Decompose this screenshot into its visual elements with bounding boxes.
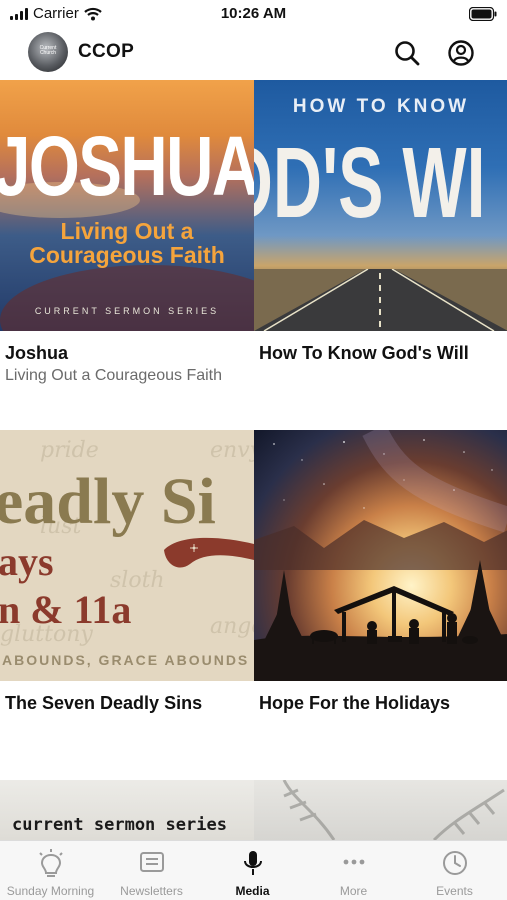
road-illustration: [254, 269, 507, 331]
battery-icon: [469, 7, 497, 21]
more-dots-icon: [343, 859, 364, 865]
series-card-next[interactable]: [254, 780, 507, 840]
status-time: 10:26 AM: [220, 5, 287, 22]
artwork-top-text: HOW TO KNOW: [292, 96, 470, 117]
series-title[interactable]: Hope For the Holidays: [259, 693, 507, 714]
series-subtitle: Living Out a Courageous Faith: [5, 367, 223, 384]
artwork-line: ays: [0, 539, 54, 584]
series-artwork[interactable]: HOW TO KNOW OD'S WI: [254, 80, 507, 331]
artwork-footer: ABOUNDS, GRACE ABOUNDS: [2, 652, 250, 668]
tab-newsletters[interactable]: Newsletters: [101, 841, 202, 900]
series-artwork[interactable]: pride lust envy sloth gluttony anger ead…: [0, 430, 254, 681]
artwork-line: Living Out a: [60, 218, 194, 244]
lightbulb-icon: [38, 849, 63, 877]
search-icon[interactable]: [392, 38, 422, 68]
artwork-headline: eadly Si: [0, 465, 216, 538]
series-row-partial: current sermon series: [0, 780, 507, 840]
series-title[interactable]: How To Know God's Will: [259, 343, 507, 364]
artwork-line: n & 11a: [0, 587, 132, 632]
app-header: Current Church CCOP: [0, 30, 507, 76]
artwork-headline: JOSHUA: [0, 119, 254, 213]
palm-leaf-illustration: [282, 780, 505, 840]
app-title: CCOP: [78, 41, 135, 62]
status-bar: Carrier 10:26 AM: [0, 0, 507, 28]
tab-more[interactable]: More: [303, 841, 404, 900]
bottom-tab-bar: Sunday Morning Newsletters Media More Ev…: [0, 840, 507, 900]
artwork-footer: CURRENT SERMON SERIES: [34, 306, 220, 316]
series-artwork[interactable]: [254, 430, 507, 681]
nativity-illustration: [254, 430, 507, 681]
tab-media[interactable]: Media: [202, 841, 303, 900]
artwork-text: current sermon series: [12, 815, 227, 835]
tab-events[interactable]: Events: [404, 841, 505, 900]
clock-icon: [442, 851, 467, 875]
series-artwork[interactable]: JOSHUA Living Out a Courageous Faith CUR…: [0, 80, 254, 331]
tab-sunday-morning[interactable]: Sunday Morning: [0, 841, 101, 900]
newsletter-icon: [139, 852, 164, 872]
church-logo: Current Church: [28, 32, 68, 72]
account-circle-icon[interactable]: [446, 38, 476, 68]
series-title[interactable]: The Seven Deadly Sins: [5, 693, 253, 714]
artwork-headline: OD'S WI: [254, 127, 486, 239]
series-title[interactable]: Joshua: [5, 343, 253, 364]
microphone-icon: [243, 851, 262, 875]
series-card-current[interactable]: current sermon series: [0, 780, 254, 840]
snake-illustration: [164, 537, 254, 568]
artwork-line: Courageous Faith: [29, 242, 225, 268]
